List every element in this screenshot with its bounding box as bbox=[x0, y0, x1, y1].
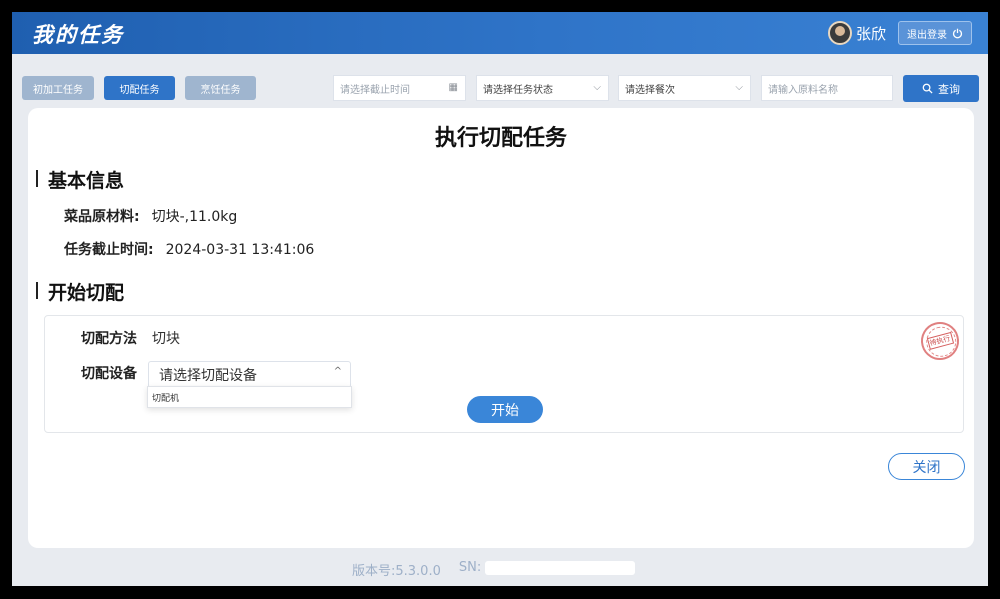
user-name: 张欣 bbox=[855, 24, 886, 43]
device-select[interactable]: 请选择切配设备 ^ bbox=[148, 361, 351, 388]
chevron-down-icon: ⌵ bbox=[735, 82, 743, 93]
tab-label: 切配任务 bbox=[119, 84, 160, 96]
page-title: 执行切配任务 bbox=[434, 126, 567, 151]
user-box: 张欣 退出登录 bbox=[827, 20, 972, 46]
chevron-up-icon: ^ bbox=[333, 366, 342, 377]
app-title: 我的任务 bbox=[32, 23, 124, 47]
method-label: 切配方法 bbox=[81, 331, 137, 347]
start-button[interactable]: 开始 bbox=[467, 396, 543, 423]
tab-label: 初加工任务 bbox=[33, 84, 83, 96]
material-label: 菜品原材料: bbox=[64, 209, 140, 225]
device-label: 切配设备 bbox=[81, 366, 137, 382]
sn-redacted bbox=[485, 560, 636, 575]
start-section-title: 开始切配 bbox=[34, 278, 124, 305]
chevron-down-icon: ⌵ bbox=[593, 82, 601, 93]
app-screen: 我的任务 张欣 退出登录 初加工任务 切配任务 烹饪任务 请选择截止时间 ▦ 请… bbox=[12, 12, 988, 586]
sn-label: SN: bbox=[458, 560, 482, 575]
filter-toolbar: 初加工任务 切配任务 烹饪任务 请选择截止时间 ▦ 请选择任务状态 ⌵ 请选择餐… bbox=[12, 72, 988, 102]
top-header: 我的任务 张欣 退出登录 bbox=[12, 12, 988, 54]
close-label: 关闭 bbox=[912, 459, 941, 476]
logout-button[interactable]: 退出登录 bbox=[898, 21, 972, 45]
material-placeholder: 请输入原料名称 bbox=[768, 84, 838, 96]
tab-cutting[interactable]: 切配任务 bbox=[104, 76, 175, 100]
version-text: 版本号:5.3.0.0 bbox=[352, 564, 441, 579]
avatar[interactable] bbox=[827, 21, 852, 45]
pending-stamp-icon: 待执行 bbox=[916, 317, 964, 365]
basic-info-title: 基本信息 bbox=[34, 166, 124, 193]
tab-preprocess[interactable]: 初加工任务 bbox=[22, 76, 94, 100]
material-row: 菜品原材料: 切块-,11.0kg bbox=[64, 206, 237, 226]
device-option-item[interactable]: 切配机 bbox=[147, 386, 352, 408]
footer: 版本号:5.3.0.0 SN: bbox=[352, 560, 636, 579]
stamp-text: 待执行 bbox=[926, 331, 954, 351]
deadline-placeholder: 请选择截止时间 bbox=[340, 84, 410, 96]
calendar-icon: ▦ bbox=[448, 82, 458, 93]
cutting-panel: 切配方法 切块 切配设备 请选择切配设备 ^ 切配机 开始 待执行 bbox=[44, 315, 964, 433]
deadline-picker[interactable]: 请选择截止时间 ▦ bbox=[333, 75, 466, 101]
power-icon bbox=[952, 28, 963, 38]
sn-text: SN: bbox=[459, 560, 636, 579]
deadline-label: 任务截止时间: bbox=[64, 242, 154, 258]
search-button[interactable]: 查询 bbox=[903, 75, 979, 102]
meal-select-value: 请选择餐次 bbox=[625, 84, 675, 96]
tab-label: 烹饪任务 bbox=[200, 84, 241, 96]
tab-cooking[interactable]: 烹饪任务 bbox=[185, 76, 256, 100]
logout-label: 退出登录 bbox=[907, 29, 947, 41]
material-value: 切块-,11.0kg bbox=[151, 209, 238, 225]
material-search-input[interactable]: 请输入原料名称 bbox=[761, 75, 893, 101]
status-select[interactable]: 请选择任务状态 ⌵ bbox=[476, 75, 609, 101]
deadline-row: 任务截止时间: 2024-03-31 13:41:06 bbox=[64, 239, 314, 259]
task-card: 执行切配任务 基本信息 菜品原材料: 切块-,11.0kg 任务截止时间: 2024… bbox=[28, 108, 974, 548]
status-select-value: 请选择任务状态 bbox=[483, 84, 553, 96]
meal-select[interactable]: 请选择餐次 ⌵ bbox=[618, 75, 751, 101]
search-label: 查询 bbox=[938, 82, 960, 96]
close-button[interactable]: 关闭 bbox=[888, 453, 965, 480]
start-label: 开始 bbox=[491, 402, 519, 419]
search-icon bbox=[922, 83, 933, 94]
deadline-value: 2024-03-31 13:41:06 bbox=[165, 242, 315, 258]
device-select-placeholder: 请选择切配设备 bbox=[159, 368, 257, 384]
method-value: 切块 bbox=[152, 331, 180, 347]
